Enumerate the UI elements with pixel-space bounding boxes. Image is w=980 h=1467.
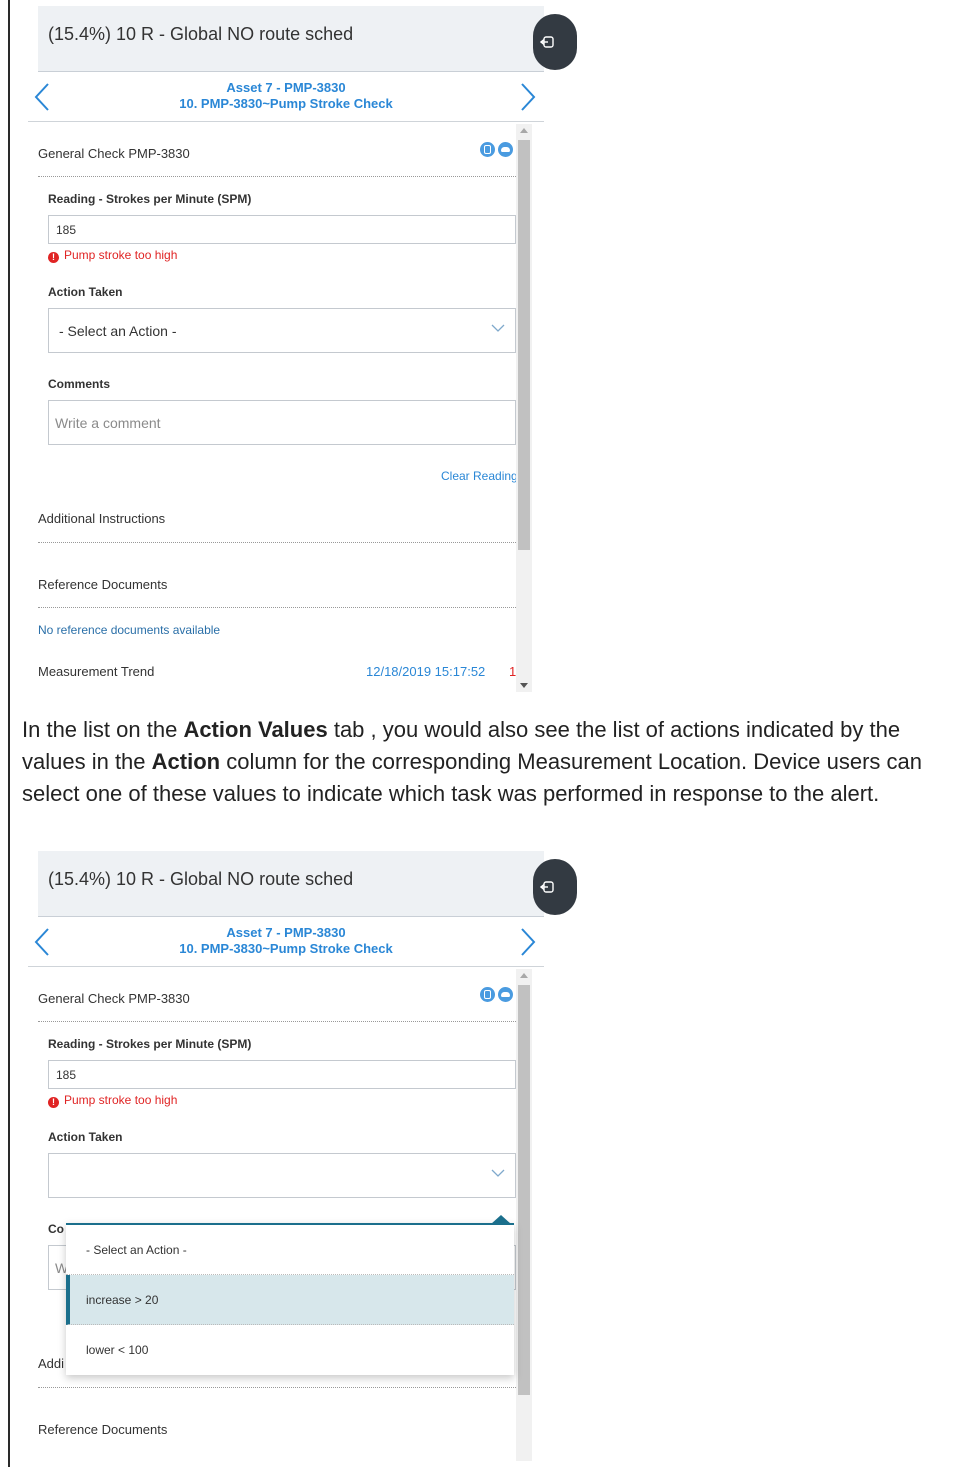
description-paragraph: In the list on the Action Values tab , y… (22, 717, 923, 806)
dropdown-option-increase[interactable]: increase > 20 (66, 1275, 514, 1325)
action-taken-label: Action Taken (48, 1130, 123, 1144)
chevron-right-icon (521, 83, 536, 111)
chevron-right-icon (521, 928, 536, 956)
action-column-name: Action (151, 749, 221, 774)
comments-label: Co (48, 1222, 64, 1236)
route-title: (15.4%) 10 R - Global NO route sched (48, 869, 354, 889)
app-screenshot-2: (15.4%) 10 R - Global NO route sched Ass… (28, 851, 544, 1461)
route-title: (15.4%) 10 R - Global NO route sched (48, 24, 354, 44)
chevron-down-icon (491, 324, 505, 332)
reading-error-text: Pump stroke too high (64, 1093, 178, 1107)
cloud-icon (498, 142, 513, 157)
section-title: General Check PMP-3830 (38, 146, 190, 161)
chevron-left-icon (34, 83, 49, 111)
action-dropdown-list: - Select an Action - increase > 20 lower… (66, 1215, 514, 1375)
action-selected-value: - Select an Action - (59, 323, 177, 339)
scroll-up-arrow[interactable] (520, 973, 528, 978)
reading-input[interactable] (48, 215, 516, 244)
divider (38, 176, 516, 177)
reading-error: ! Pump stroke too high (48, 1093, 177, 1108)
document-margin-rule (8, 0, 10, 1467)
checkpoint-title: 10. PMP-3830~Pump Stroke Check (179, 96, 393, 111)
device-icon (480, 987, 495, 1002)
checkpoint-title: 10. PMP-3830~Pump Stroke Check (179, 941, 393, 956)
cloud-icon (498, 987, 513, 1002)
measurement-trend-header[interactable]: Measurement Trend (38, 664, 154, 679)
chevron-down-icon (491, 1169, 505, 1177)
action-taken-select[interactable] (48, 1153, 516, 1198)
reading-error-text: Pump stroke too high (64, 248, 178, 262)
exit-panel-icon (540, 881, 554, 893)
collapse-panel-button[interactable] (533, 14, 577, 70)
scrollbar[interactable] (516, 969, 532, 1461)
previous-checkpoint-button[interactable] (32, 925, 54, 959)
next-checkpoint-button[interactable] (516, 80, 538, 114)
next-checkpoint-button[interactable] (516, 925, 538, 959)
no-reference-docs-text: No reference documents available (38, 623, 221, 637)
section-title: General Check PMP-3830 (38, 991, 190, 1006)
chevron-left-icon (34, 928, 49, 956)
error-icon: ! (48, 252, 59, 263)
route-header: (15.4%) 10 R - Global NO route sched (38, 851, 544, 917)
collapse-panel-button[interactable] (533, 859, 577, 915)
trend-date: 12/18/2019 15:17:52 (366, 664, 486, 679)
sync-status-icons (480, 987, 520, 1003)
device-icon (480, 142, 495, 157)
route-header: (15.4%) 10 R - Global NO route sched (38, 6, 544, 72)
reference-documents-header[interactable]: Reference Documents (38, 1422, 167, 1437)
checkpoint-nav: Asset 7 - PMP-3830 10. PMP-3830~Pump Str… (28, 72, 544, 122)
sync-status-icons (480, 142, 520, 158)
reading-label: Reading - Strokes per Minute (SPM) (48, 1037, 252, 1051)
divider (38, 1021, 516, 1022)
dropdown-option-placeholder[interactable]: - Select an Action - (66, 1225, 514, 1275)
action-taken-select[interactable]: - Select an Action - (48, 308, 516, 353)
asset-title: Asset 7 - PMP-3830 (226, 80, 346, 95)
dropdown-pointer (491, 1215, 511, 1224)
scroll-thumb[interactable] (518, 140, 530, 550)
reading-label: Reading - Strokes per Minute (SPM) (48, 192, 252, 206)
error-icon: ! (48, 1097, 59, 1108)
comment-input[interactable] (48, 400, 516, 445)
scroll-thumb[interactable] (518, 985, 530, 1395)
scrollbar[interactable] (516, 124, 532, 692)
comments-label: Comments (48, 377, 111, 391)
exit-panel-icon (540, 36, 554, 48)
action-taken-label: Action Taken (48, 285, 123, 299)
asset-title: Asset 7 - PMP-3830 (226, 925, 346, 940)
divider (38, 542, 516, 543)
reading-input[interactable] (48, 1060, 516, 1089)
additional-instructions-header[interactable]: Addi (38, 1356, 64, 1371)
clear-reading-link[interactable]: Clear Reading (441, 469, 518, 483)
dropdown-option-lower[interactable]: lower < 100 (66, 1325, 514, 1375)
additional-instructions-header[interactable]: Additional Instructions (38, 511, 165, 526)
scroll-down-arrow[interactable] (520, 683, 528, 688)
divider (38, 607, 516, 608)
scroll-up-arrow[interactable] (520, 128, 528, 133)
previous-checkpoint-button[interactable] (32, 80, 54, 114)
divider (38, 1387, 516, 1388)
reference-documents-header[interactable]: Reference Documents (38, 577, 167, 592)
reading-error: ! Pump stroke too high (48, 248, 177, 263)
checkpoint-nav: Asset 7 - PMP-3830 10. PMP-3830~Pump Str… (28, 917, 544, 967)
app-screenshot-1: (15.4%) 10 R - Global NO route sched Ass… (28, 6, 544, 692)
action-values-tab-name: Action Values (183, 717, 328, 742)
